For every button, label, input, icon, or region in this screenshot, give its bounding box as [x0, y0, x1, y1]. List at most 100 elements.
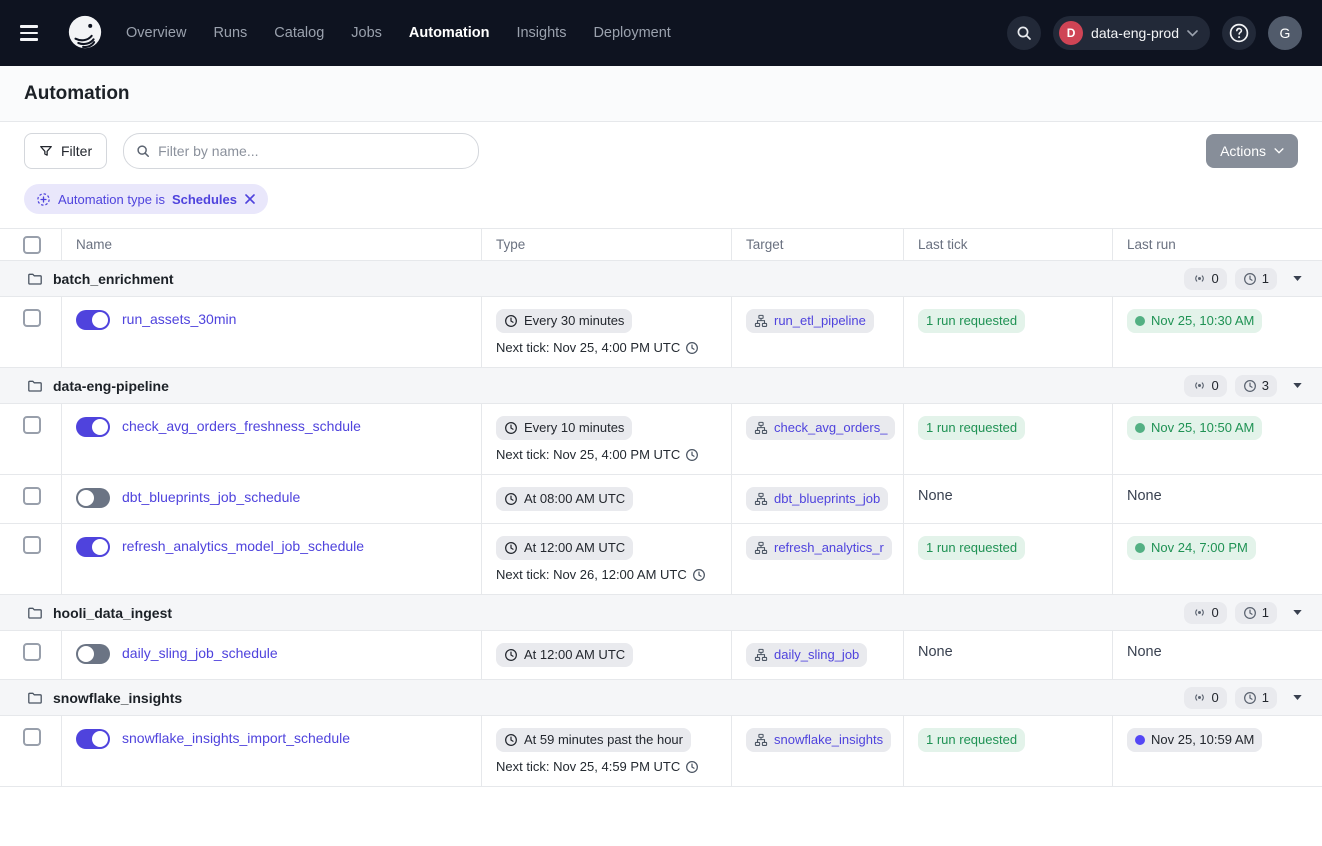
- group-collapse-button[interactable]: [1289, 272, 1306, 285]
- schedule-toggle[interactable]: [76, 417, 110, 437]
- group-collapse-button[interactable]: [1289, 379, 1306, 392]
- group-name: batch_enrichment: [53, 270, 174, 287]
- schedule-name-link[interactable]: dbt_blueprints_job_schedule: [122, 487, 300, 507]
- last-run-pill[interactable]: Nov 25, 10:30 AM: [1127, 309, 1263, 333]
- table-row: refresh_analytics_model_job_schedule At 1…: [0, 524, 1322, 595]
- job-graph-icon: [754, 648, 768, 661]
- nav-item-runs[interactable]: Runs: [213, 25, 247, 41]
- sensor-count-badge: 0: [1183, 686, 1227, 709]
- next-tick-text: Next tick: Nov 25, 4:00 PM UTC: [496, 447, 721, 462]
- last-tick-status-pill: 1 run requested: [918, 536, 1026, 560]
- row-checkbox[interactable]: [23, 416, 41, 434]
- help-button[interactable]: [1222, 16, 1256, 50]
- next-tick-text: Next tick: Nov 25, 4:00 PM UTC: [496, 340, 721, 355]
- remove-filter-icon[interactable]: [244, 193, 256, 205]
- automation-table: Name Type Target Last tick Last run batc…: [0, 228, 1322, 787]
- nav-item-jobs[interactable]: Jobs: [351, 25, 382, 41]
- hamburger-menu-icon[interactable]: [20, 19, 48, 47]
- sensor-count-badge: 0: [1183, 374, 1227, 397]
- filter-button[interactable]: Filter: [24, 133, 108, 169]
- row-checkbox[interactable]: [23, 643, 41, 661]
- group-name: hooli_data_ingest: [53, 604, 173, 621]
- target-pill[interactable]: refresh_analytics_r: [746, 536, 892, 560]
- filter-chip-value: Schedules: [171, 191, 237, 207]
- dagster-logo-icon[interactable]: [66, 14, 104, 52]
- schedule-name-link[interactable]: snowflake_insights_import_schedule: [122, 728, 350, 748]
- nav-item-catalog[interactable]: Catalog: [274, 25, 324, 41]
- target-pill[interactable]: daily_sling_job: [746, 643, 868, 667]
- row-checkbox[interactable]: [23, 536, 41, 554]
- row-checkbox[interactable]: [23, 487, 41, 505]
- toggle-knob: [92, 419, 108, 435]
- name-filter-input[interactable]: [158, 143, 467, 159]
- clock-icon: [686, 448, 699, 461]
- last-run-pill[interactable]: Nov 25, 10:50 AM: [1127, 416, 1263, 440]
- toggle-knob: [78, 646, 94, 662]
- schedule-toggle[interactable]: [76, 488, 110, 508]
- schedule-toggle[interactable]: [76, 644, 110, 664]
- group-name: data-eng-pipeline: [53, 377, 169, 394]
- target-pill[interactable]: run_etl_pipeline: [746, 309, 874, 333]
- select-all-checkbox[interactable]: [23, 235, 41, 254]
- row-checkbox[interactable]: [23, 309, 41, 327]
- chevron-down-icon: [1274, 148, 1284, 154]
- clock-icon: [1243, 606, 1256, 619]
- page-title: Automation: [24, 82, 130, 104]
- run-in-progress-dot: [1135, 735, 1145, 745]
- clock-icon: [505, 315, 517, 327]
- funnel-icon: [40, 145, 52, 156]
- group-collapse-button[interactable]: [1289, 606, 1306, 619]
- run-success-dot: [1135, 543, 1145, 553]
- clock-icon: [505, 493, 517, 505]
- next-tick-text: Next tick: Nov 25, 4:59 PM UTC: [496, 759, 721, 774]
- nav-item-overview[interactable]: Overview: [126, 25, 186, 41]
- expand-caret-icon: [1293, 383, 1302, 388]
- sensor-icon: [1194, 275, 1204, 282]
- schedule-toggle[interactable]: [76, 537, 110, 557]
- target-pill[interactable]: dbt_blueprints_job: [746, 487, 889, 511]
- column-header-last-tick: Last tick: [903, 229, 1112, 260]
- filter-button-label: Filter: [61, 143, 93, 159]
- deployment-switcher[interactable]: D data-eng-prod: [1053, 16, 1210, 50]
- search-button[interactable]: [1007, 16, 1042, 50]
- active-filters-row: Automation type is Schedules: [0, 180, 1322, 228]
- table-row: run_assets_30min Every 30 minutes Next tic…: [0, 297, 1322, 368]
- last-run-pill[interactable]: Nov 24, 7:00 PM: [1127, 536, 1256, 560]
- schedule-name-link[interactable]: daily_sling_job_schedule: [122, 643, 278, 663]
- clock-icon: [1243, 379, 1256, 392]
- table-header-row: Name Type Target Last tick Last run: [0, 229, 1322, 261]
- expand-caret-icon: [1293, 276, 1302, 281]
- schedule-name-link[interactable]: refresh_analytics_model_job_schedule: [122, 536, 364, 556]
- sensor-icon: [1194, 609, 1204, 616]
- last-tick-status-pill: 1 run requested: [918, 416, 1026, 440]
- group-row: data-eng-pipeline 0 3: [0, 368, 1322, 404]
- nav-item-automation[interactable]: Automation: [409, 25, 490, 41]
- toolbar: Filter Actions: [0, 122, 1322, 180]
- actions-button-label: Actions: [1220, 143, 1266, 159]
- user-avatar[interactable]: G: [1268, 16, 1302, 50]
- automation-condition-icon: [37, 192, 50, 206]
- job-graph-icon: [754, 421, 768, 434]
- group-badges: 01: [1183, 601, 1306, 624]
- last-tick-status-pill: 1 run requested: [918, 728, 1026, 752]
- schedule-toggle[interactable]: [76, 310, 110, 330]
- search-icon: [1017, 26, 1031, 40]
- schedule-name-link[interactable]: check_avg_orders_freshness_schdule: [122, 416, 361, 436]
- last-run-pill[interactable]: Nov 25, 10:59 AM: [1127, 728, 1263, 752]
- column-header-name: Name: [61, 229, 481, 260]
- schedule-interval-pill: At 59 minutes past the hour: [496, 728, 691, 752]
- column-header-last-run: Last run: [1112, 229, 1322, 260]
- schedule-toggle[interactable]: [76, 729, 110, 749]
- row-checkbox[interactable]: [23, 728, 41, 746]
- nav-item-deployment[interactable]: Deployment: [593, 25, 670, 41]
- schedule-name-link[interactable]: run_assets_30min: [122, 309, 236, 329]
- target-pill[interactable]: snowflake_insights: [746, 728, 892, 752]
- nav-item-insights[interactable]: Insights: [516, 25, 566, 41]
- job-graph-icon: [754, 733, 768, 746]
- actions-button[interactable]: Actions: [1206, 134, 1298, 168]
- main-nav: Overview Runs Catalog Jobs Automation Insight…: [126, 25, 671, 41]
- target-pill[interactable]: check_avg_orders_: [746, 416, 896, 440]
- automation-type-filter-chip[interactable]: Automation type is Schedules: [24, 184, 268, 214]
- toggle-knob: [78, 490, 94, 506]
- group-collapse-button[interactable]: [1289, 691, 1306, 704]
